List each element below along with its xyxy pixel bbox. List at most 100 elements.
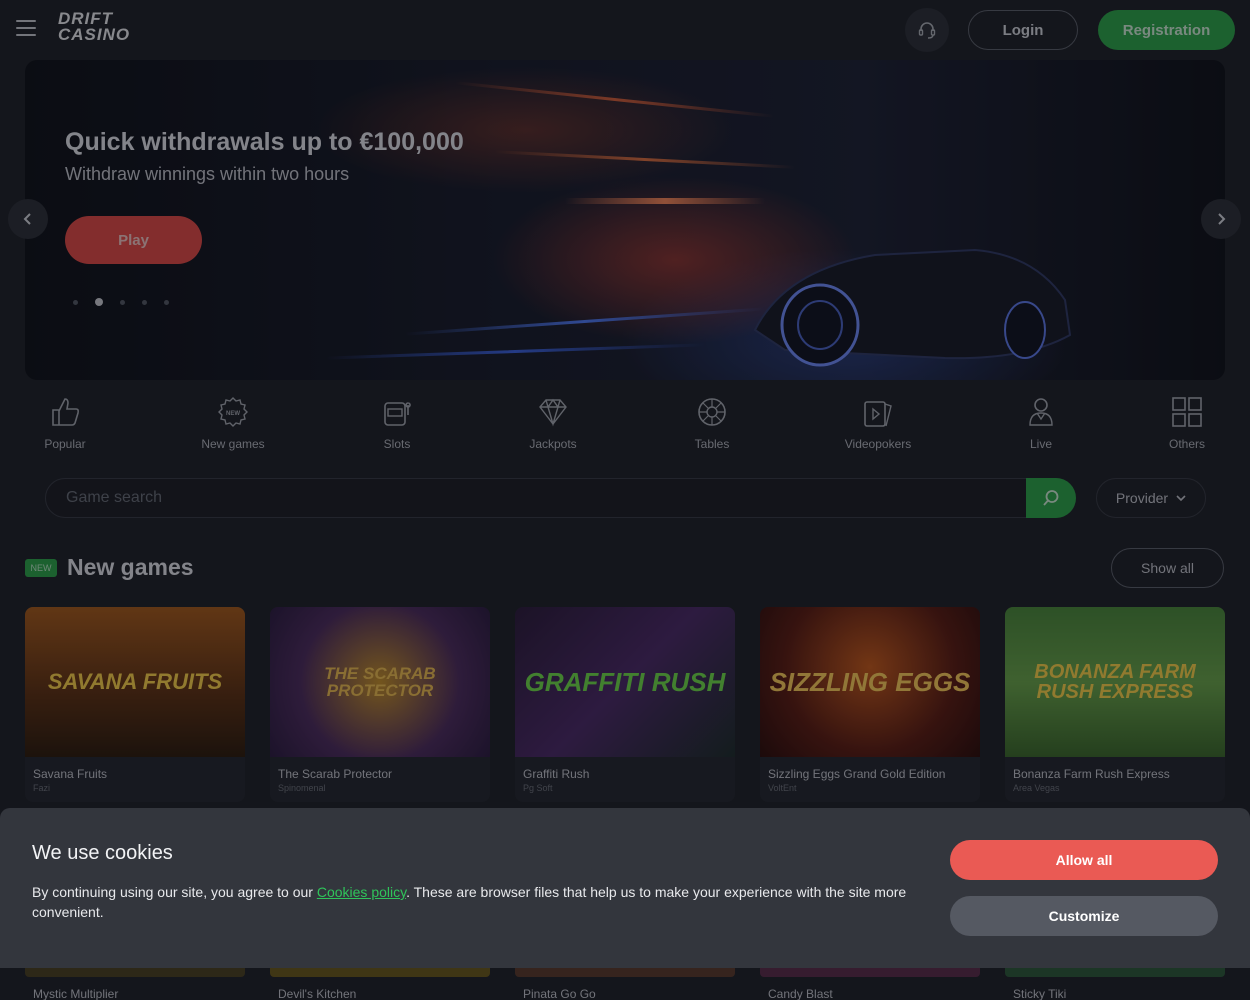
category-label: Videopokers [844,437,912,451]
new-badge: NEW [25,559,57,577]
provider-label: Provider [1115,490,1169,506]
category-label: New games [201,437,265,451]
game-name: Sticky Tiki [1013,987,1067,1000]
header: DRIFT CASINO Login Registration [0,0,1250,60]
show-all-button[interactable]: Show all [1111,548,1224,588]
headset-icon[interactable] [905,8,949,52]
search-input[interactable] [66,479,1016,517]
game-card[interactable]: SAVANA FRUITS Savana Fruits Fazi [25,607,245,802]
cards-icon [864,401,892,427]
game-card[interactable]: THE SCARAB PROTECTOR The Scarab Protecto… [270,607,490,802]
cookie-banner: We use cookies By continuing using our s… [0,808,1250,968]
search-button[interactable] [1026,478,1076,518]
game-card[interactable]: GRAFFITI RUSH Graffiti Rush Pg Soft [515,607,735,802]
game-name: Candy Blast [768,987,833,1000]
game-provider: Spinomenal [278,783,326,793]
game-thumb-text: SAVANA FRUITS [47,669,223,694]
search-icon [1043,490,1059,506]
svg-text:NEW: NEW [226,411,240,417]
category-popular[interactable]: Popular [15,395,115,451]
game-thumbnail: THE SCARAB PROTECTOR [270,607,490,757]
category-live[interactable]: Live [991,395,1091,451]
game-name: Devil's Kitchen [278,987,357,1000]
game-name: Bonanza Farm Rush Express [1013,767,1170,781]
game-card[interactable]: Candy Blast [760,965,980,1000]
slide-dot[interactable] [73,299,78,305]
play-button[interactable]: Play [65,216,202,264]
chevron-left-icon [23,213,31,225]
chevron-right-icon [1218,213,1226,225]
dealer-icon [1029,398,1053,426]
light-streak [455,81,775,118]
light-streak [495,150,795,169]
roulette-icon [698,398,726,426]
light-streak [325,343,705,360]
game-card[interactable]: Mystic Multiplier [25,965,245,1000]
category-label: Tables [694,437,730,451]
slide-dot[interactable] [142,299,147,305]
game-provider: Fazi [33,783,51,793]
category-slots[interactable]: Slots [347,395,447,451]
game-name: Sizzling Eggs Grand Gold Edition [768,767,946,781]
next-slide-button[interactable] [1201,199,1241,239]
slide-dot[interactable] [164,299,169,305]
customize-button[interactable]: Customize [950,896,1218,936]
slot-machine-icon [384,402,411,426]
games-row-2: Mystic Multiplier Devil's Kitchen Pinata… [25,965,1225,1000]
category-label: Live [1029,437,1052,451]
cookies-policy-link[interactable]: Cookies policy [317,884,406,900]
category-others[interactable]: Others [1137,395,1237,451]
banner-title: Quick withdrawals up to €100,000 [65,128,464,156]
logo[interactable]: DRIFT CASINO [58,10,131,44]
game-name: Mystic Multiplier [33,987,119,1000]
game-thumb-text: SIZZLING EGGS [769,667,971,697]
category-videopokers[interactable]: Videopokers [828,395,928,451]
slide-dot-active[interactable] [95,298,103,306]
hamburger-icon[interactable] [16,20,36,36]
game-provider: VoltEnt [768,783,797,793]
provider-dropdown[interactable]: Provider [1096,478,1206,518]
game-thumbnail: GRAFFITI RUSH [515,607,735,757]
prev-slide-button[interactable] [8,199,48,239]
game-card[interactable]: SIZZLING EGGS Sizzling Eggs Grand Gold E… [760,607,980,802]
category-tables[interactable]: Tables [662,395,762,451]
category-label: Others [1168,437,1205,451]
thumbs-up-icon [52,398,80,426]
game-card[interactable]: Sticky Tiki [1005,965,1225,1000]
search-box [45,478,1076,518]
game-thumbnail: SAVANA FRUITS [25,607,245,757]
light-streak [565,198,765,204]
game-card[interactable]: BONANZA FARM RUSH EXPRESS Bonanza Farm R… [1005,607,1225,802]
game-name: Savana Fruits [33,767,108,781]
grid-icon [1172,397,1202,427]
game-thumbnail: BONANZA FARM RUSH EXPRESS [1005,607,1225,757]
game-provider: Area Vegas [1013,783,1060,793]
category-label: Jackpots [529,437,577,451]
new-badge-icon: NEW [218,397,248,427]
section-title: New games [67,554,194,580]
category-label: Slots [383,437,411,451]
game-name: Graffiti Rush [523,767,590,781]
slide-dots [73,298,169,306]
game-thumbnail: SIZZLING EGGS [760,607,980,757]
banner-subtitle: Withdraw winnings within two hours [65,164,350,184]
game-thumb-text: THE SCARAB PROTECTOR [324,664,436,700]
game-card[interactable]: Devil's Kitchen [270,965,490,1000]
login-button[interactable]: Login [968,10,1078,50]
allow-all-button[interactable]: Allow all [950,840,1218,880]
cookie-title: We use cookies [32,842,173,864]
category-jackpots[interactable]: Jackpots [503,395,603,451]
promo-banner[interactable]: Quick withdrawals up to €100,000 Withdra… [25,60,1225,380]
category-label: Popular [44,437,86,451]
diamond-icon [539,398,567,427]
game-card[interactable]: Pinata Go Go [515,965,735,1000]
car-illustration [753,248,1072,367]
game-name: The Scarab Protector [278,767,393,781]
category-new-games[interactable]: NEW New games [183,395,283,451]
logo-line2: CASINO [58,25,131,44]
category-bar: Popular NEW New games Slots Jackpots Tab… [25,395,1225,470]
chevron-down-icon [1176,495,1186,502]
registration-button[interactable]: Registration [1098,10,1235,50]
game-provider: Pg Soft [523,783,553,793]
slide-dot[interactable] [120,299,125,305]
